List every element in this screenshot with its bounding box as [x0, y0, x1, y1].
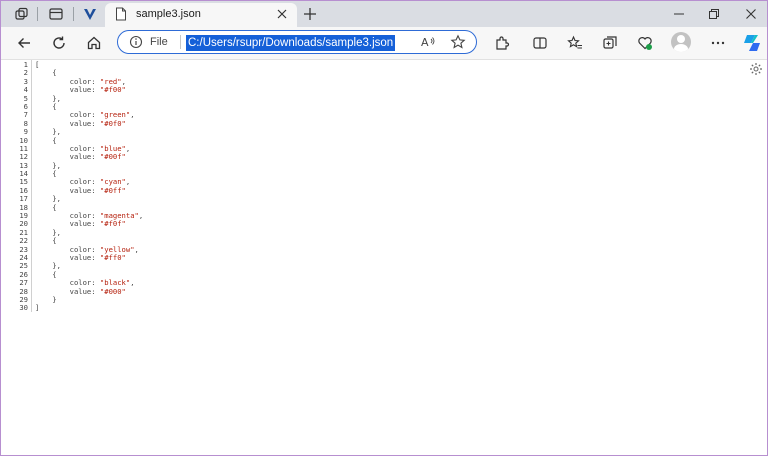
browser-window: sample3.json [0, 0, 768, 456]
string-literal: "#0f0" [100, 119, 126, 128]
info-icon[interactable] [129, 35, 143, 54]
profile-avatar[interactable] [671, 32, 691, 52]
close-window-icon[interactable] [741, 4, 761, 24]
collections-icon[interactable] [599, 32, 621, 54]
punctuation: , [130, 110, 134, 119]
split-screen-icon[interactable] [529, 32, 551, 54]
minimize-icon[interactable] [669, 4, 689, 24]
avatar-head [677, 35, 685, 43]
browser-essentials-icon[interactable] [634, 32, 656, 54]
url-text[interactable]: C:/Users/rsupr/Downloads/sample3.json [186, 35, 395, 51]
tab-title: sample3.json [136, 8, 201, 20]
code-text: ] [35, 304, 39, 312]
refresh-icon[interactable] [48, 32, 70, 54]
string-literal: "#f0f" [100, 219, 126, 228]
divider [180, 35, 181, 49]
back-icon[interactable] [13, 32, 35, 54]
punctuation: , [130, 278, 134, 287]
punctuation: , [139, 211, 143, 220]
restore-icon[interactable] [704, 4, 724, 24]
more-menu-icon[interactable] [707, 32, 729, 54]
home-icon[interactable] [83, 32, 105, 54]
punctuation: , [126, 144, 130, 153]
divider [73, 7, 74, 21]
close-tab-icon[interactable] [275, 7, 289, 21]
file-icon [115, 7, 127, 26]
code-line: 30] [1, 304, 28, 312]
scheme-label: File [150, 36, 168, 48]
favorites-icon[interactable] [564, 32, 586, 54]
avatar-body [674, 44, 688, 52]
string-literal: "#000" [100, 287, 126, 296]
json-viewer: 1[2 {3 color: "red",4 value: "#f00"5 },6… [1, 60, 767, 455]
address-bar[interactable]: File C:/Users/rsupr/Downloads/sample3.js… [117, 30, 477, 54]
tab-actions-icon[interactable] [47, 5, 65, 23]
favorite-star-icon[interactable] [450, 34, 466, 55]
read-aloud-icon[interactable]: A [420, 34, 436, 55]
vertical-tabs-icon[interactable] [81, 5, 99, 23]
string-literal: "#f00" [100, 85, 126, 94]
tab-strip: sample3.json [1, 1, 767, 27]
copilot-icon[interactable] [741, 32, 763, 54]
string-literal: "#0ff" [100, 186, 126, 195]
string-literal: "#00f" [100, 152, 126, 161]
new-tab-icon[interactable] [301, 5, 319, 23]
json-code: 1[2 {3 color: "red",4 value: "#f00"5 },6… [1, 61, 28, 313]
toolbar: File C:/Users/rsupr/Downloads/sample3.js… [1, 27, 767, 60]
punctuation: , [126, 177, 130, 186]
svg-text:A: A [421, 36, 429, 49]
line-number: 30 [1, 304, 28, 312]
settings-gear-icon[interactable] [749, 62, 763, 81]
punctuation: , [135, 245, 139, 254]
extensions-icon[interactable] [491, 32, 513, 54]
active-tab[interactable]: sample3.json [105, 3, 297, 27]
workspaces-icon[interactable] [13, 5, 31, 23]
divider [37, 7, 38, 21]
string-literal: "#ff0" [100, 253, 126, 262]
code-token: ] [35, 303, 39, 312]
